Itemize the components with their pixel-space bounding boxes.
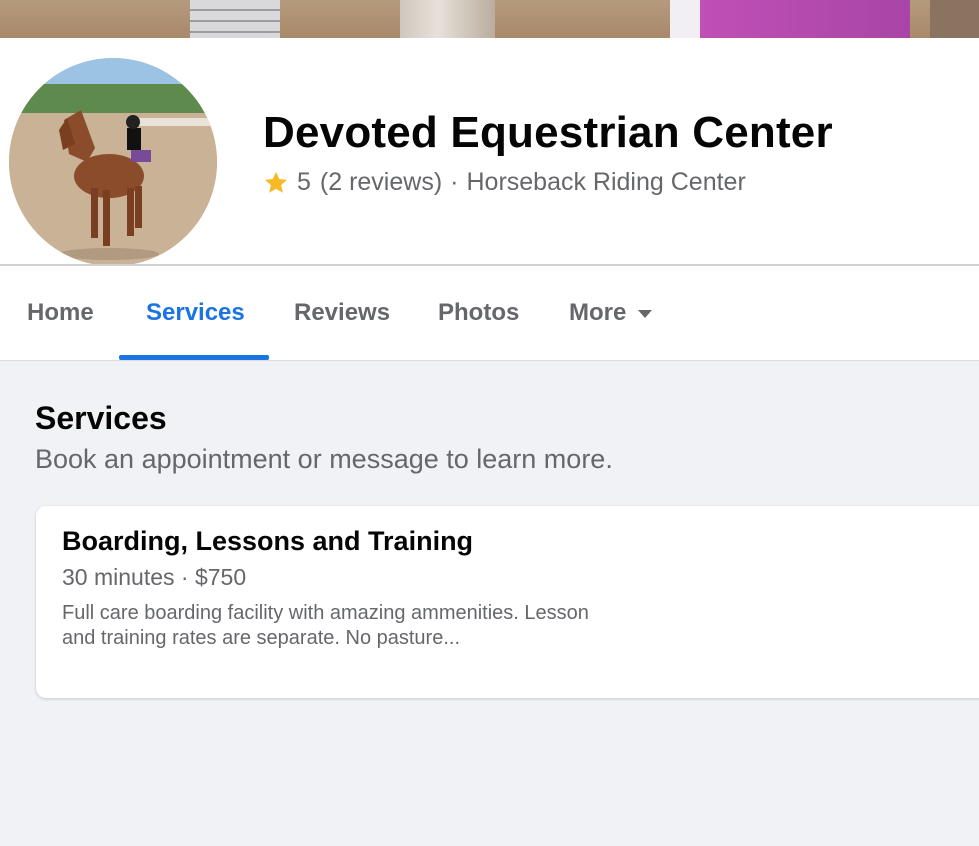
page-header: Devoted Equestrian Center 5 (2 reviews) … bbox=[0, 38, 979, 269]
service-description: Full care boarding facility with amazing… bbox=[62, 602, 589, 649]
tab-home[interactable]: Home bbox=[27, 266, 94, 360]
page-meta: 5 (2 reviews) · Horseback Riding Center bbox=[262, 168, 746, 197]
rating-value: 5 bbox=[297, 168, 311, 196]
meta-separator: · bbox=[450, 168, 459, 196]
tab-label: Home bbox=[27, 299, 94, 326]
service-card[interactable]: Boarding, Lessons and Training 30 minute… bbox=[36, 506, 979, 698]
active-tab-indicator bbox=[119, 355, 269, 360]
page-category[interactable]: Horseback Riding Center bbox=[466, 168, 745, 197]
review-count[interactable]: (2 reviews) bbox=[320, 168, 442, 197]
cover-edge bbox=[930, 0, 979, 38]
tab-label: Reviews bbox=[294, 299, 391, 326]
caret-down-icon bbox=[638, 310, 653, 318]
avatar[interactable] bbox=[6, 55, 220, 269]
tab-photos[interactable]: Photos bbox=[438, 266, 519, 360]
cover-jump-post bbox=[190, 0, 280, 38]
page-tabs: Home Services Reviews Photos More bbox=[0, 266, 979, 361]
service-meta: 30 minutes · $750 bbox=[62, 564, 247, 590]
cover-photo[interactable] bbox=[0, 0, 979, 38]
tab-more[interactable]: More bbox=[569, 266, 653, 360]
tab-label: Services bbox=[146, 299, 245, 326]
tab-label: Photos bbox=[438, 299, 520, 326]
cover-horse bbox=[400, 0, 495, 38]
page-title: Devoted Equestrian Center bbox=[263, 108, 833, 157]
star-icon bbox=[265, 171, 287, 193]
service-title: Boarding, Lessons and Training bbox=[62, 526, 474, 556]
tab-services[interactable]: Services bbox=[146, 266, 245, 360]
cover-rider bbox=[670, 0, 910, 38]
tab-label: More bbox=[569, 299, 627, 326]
services-heading: Services bbox=[35, 400, 167, 436]
tab-reviews[interactable]: Reviews bbox=[294, 266, 390, 360]
services-subtitle: Book an appointment or message to learn … bbox=[35, 444, 613, 474]
avatar-photo bbox=[9, 58, 217, 266]
